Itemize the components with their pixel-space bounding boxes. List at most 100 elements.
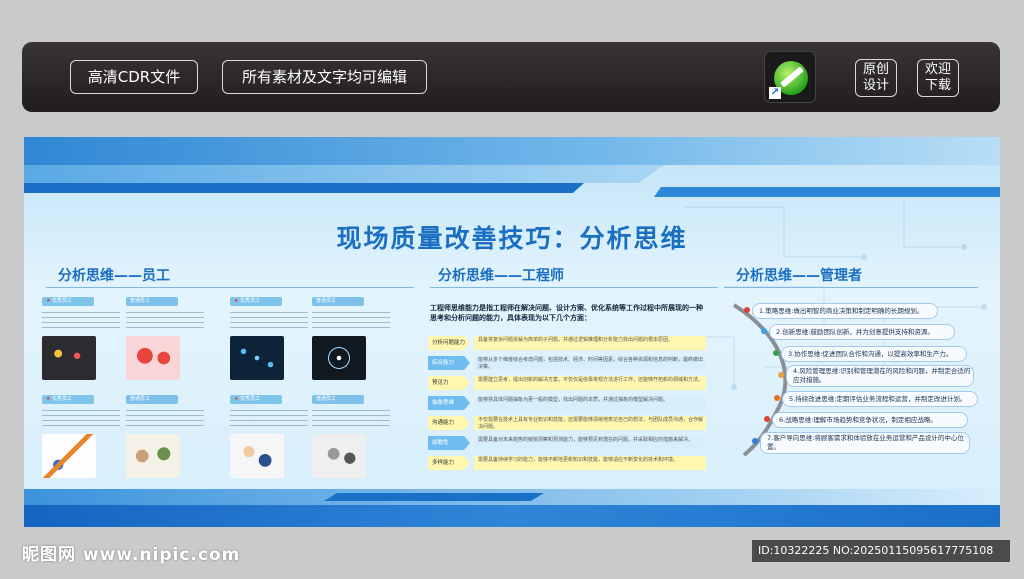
text-placeholder	[312, 312, 390, 330]
manager-dot	[774, 395, 780, 401]
network-image	[230, 336, 284, 380]
engineer-row: 预见力 需要建立思考，提出创新的解决方案，不仅仅是依靠常规方法进行工作，还能够开…	[428, 375, 706, 391]
engineer-row-text: 具备将复杂问题拆解为简单的子问题，并通过逻辑推理和分析能力找出问题的根本原因。	[474, 336, 706, 350]
manager-item: 1.策略思维:做出明智的商业决策和制定明确的长期规划。	[752, 303, 938, 319]
cartoon-image	[312, 434, 366, 478]
cartoon-image	[230, 434, 284, 478]
manager-dot	[752, 438, 758, 444]
engineer-row-text: 需要具备对未来趋势的敏锐洞察和预测能力，能够预见到潜在的问题，并采取相应的措施来…	[474, 436, 706, 450]
section-divider	[430, 287, 718, 288]
original-line1: 原创	[862, 62, 889, 77]
star-icon: ★	[46, 396, 51, 402]
employee-tag-label: 普通员工	[130, 396, 151, 402]
text-placeholder	[126, 410, 204, 428]
engineer-row-label: 多样能力	[428, 456, 470, 470]
manager-item: 2.创新思维:鼓励团队创新，并为创意提供支持和资源。	[769, 324, 955, 340]
bottom-band-2	[24, 505, 1000, 527]
engineer-row: 多样能力 需要具备持续学习的能力，能够不断地更新知识和技能，能够适应不断变化的技…	[428, 455, 706, 471]
star-icon: ★	[234, 298, 239, 304]
text-placeholder	[42, 312, 120, 330]
star-icon: ★	[46, 298, 51, 304]
editable-button[interactable]: 所有素材及文字均可编辑	[222, 60, 427, 94]
engineer-row: 抽象思维 能够将具体问题抽象为更一般的模型，找出问题的本质，并通过抽象的模型解决…	[428, 395, 706, 411]
engineer-intro: 工程师思维能力是指工程师在解决问题、设计方案、优化系统等工作过程中所展现的一种思…	[430, 304, 703, 322]
text-placeholder	[42, 410, 120, 428]
text-placeholder	[230, 312, 308, 330]
hd-cdr-button[interactable]: 高清CDR文件	[70, 60, 198, 94]
manager-dot	[778, 372, 784, 378]
engineer-row-text: 不仅需要在技术上具有专业知识和技能，还需要能够清晰地表达自己的想法，与团队成员沟…	[474, 416, 706, 430]
engineer-row-label: 沟通能力	[428, 416, 470, 430]
download-button[interactable]: 欢迎 下载	[917, 59, 959, 97]
employee-tag-label: 普通员工	[316, 298, 337, 304]
manager-item: 3.协作思维:促进团队合作和沟通，以提高效率和生产力。	[781, 346, 967, 362]
engineer-row-text: 能够将具体问题抽象为更一般的模型，找出问题的本质，并通过抽象的模型解决问题。	[474, 396, 706, 410]
employee-tag: 普通员工	[312, 395, 364, 404]
manager-dot	[744, 307, 750, 313]
manager-item: 4.风险管理思维:识别和管理潜在的风险和问题，并制定合适的应对措施。	[786, 365, 974, 387]
engineer-row-label: 综合能力	[428, 356, 470, 370]
employee-tag: 普通员工	[126, 297, 178, 306]
site-watermark: 昵图网 www.nipic.com	[22, 545, 241, 565]
coreldraw-icon[interactable]: ↗	[764, 51, 816, 103]
star-icon: ★	[234, 396, 239, 402]
manager-item: 7.客户导向思维:将顾客需求和体验放在业务运营和产品设计的中心位置。	[760, 432, 970, 454]
text-placeholder	[126, 312, 204, 330]
top-toolbar: 高清CDR文件 所有素材及文字均可编辑 ↗ 原创 设计 欢迎 下载	[22, 42, 1000, 112]
section-divider	[46, 287, 414, 288]
section-title-engineer: 分析思维——工程师	[438, 268, 564, 284]
employee-card: 普通员工	[312, 395, 398, 485]
engineer-row: 前瞻性 需要具备对未来趋势的敏锐洞察和预测能力，能够预见到潜在的问题，并采取相应…	[428, 435, 706, 451]
poster-title: 现场质量改善技巧：分析思维	[336, 224, 688, 253]
manager-item: 5.持续改进思维:定期评估业务流程和运营，并制定改进计划。	[782, 391, 978, 407]
employee-tag-label: 普通员工	[316, 396, 337, 402]
employee-card: ★ 优秀员工	[230, 395, 316, 485]
employee-tag-label: 优秀员工	[240, 298, 261, 304]
engineer-row: 沟通能力 不仅需要在技术上具有专业知识和技能，还需要能够清晰地表达自己的想法，与…	[428, 415, 706, 431]
engineer-row-label: 预见力	[428, 376, 470, 390]
manager-dot	[773, 350, 779, 356]
employee-tag: ★ 优秀员工	[230, 297, 282, 306]
employee-tag-label: 普通员工	[130, 298, 151, 304]
idea-bulb-image	[42, 336, 96, 380]
section-title-employee: 分析思维——员工	[58, 268, 170, 284]
image-id-label: ID:10322225 NO:20250115095617775108	[752, 540, 1010, 562]
employee-card: 普通员工	[126, 297, 212, 387]
engineer-row-text: 需要具备持续学习的能力，能够不断地更新知识和技能，能够适应不断变化的技术和环境。	[474, 456, 706, 470]
employee-tag-label: 优秀员工	[240, 396, 261, 402]
section-title-manager: 分析思维——管理者	[736, 268, 862, 284]
engineer-row-label: 抽象思维	[428, 396, 470, 410]
engineer-row-label: 前瞻性	[428, 436, 470, 450]
section-divider	[724, 287, 978, 288]
engineer-row-text: 能够从多个维度综合考虑问题，包括技术、经济、时间等因素，综合各种资源和信息的判断…	[474, 356, 706, 370]
text-placeholder	[312, 410, 390, 428]
employee-tag: ★ 优秀员工	[230, 395, 282, 404]
growth-chart-image	[42, 434, 96, 478]
top-band	[24, 137, 1000, 165]
employee-tag: ★ 优秀员工	[42, 395, 94, 404]
employee-tag: 普通员工	[126, 395, 178, 404]
manager-dot	[761, 328, 767, 334]
text-placeholder	[230, 410, 308, 428]
employee-card: ★ 优秀员工	[230, 297, 316, 387]
employee-tag-label: 优秀员工	[52, 396, 73, 402]
poster-preview: 现场质量改善技巧：分析思维 分析思维——员工 分析思维——工程师 分析思维——管…	[24, 137, 1000, 527]
top-band-3	[24, 183, 584, 193]
employee-tag: 普通员工	[312, 297, 364, 306]
engineer-row-label: 分析问题能力	[428, 336, 470, 350]
engineer-row: 分析问题能力 具备将复杂问题拆解为简单的子问题，并通过逻辑推理和分析能力找出问题…	[428, 335, 706, 351]
top-band-2	[24, 165, 664, 183]
bottom-band-accent	[324, 493, 544, 501]
cartoon-image	[126, 434, 180, 478]
employee-card: 普通员工	[126, 395, 212, 485]
download-line1: 欢迎	[924, 62, 951, 77]
original-design-button[interactable]: 原创 设计	[855, 59, 897, 97]
shortcut-arrow-icon: ↗	[769, 87, 781, 99]
engineer-row: 综合能力 能够从多个维度综合考虑问题，包括技术、经济、时间等因素，综合各种资源和…	[428, 355, 706, 371]
employee-tag: ★ 优秀员工	[42, 297, 94, 306]
employee-card: ★ 优秀员工	[42, 395, 128, 485]
download-line2: 下载	[924, 78, 951, 93]
circuit-image	[312, 336, 366, 380]
employee-tag-label: 优秀员工	[52, 298, 73, 304]
heads-image	[126, 336, 180, 380]
